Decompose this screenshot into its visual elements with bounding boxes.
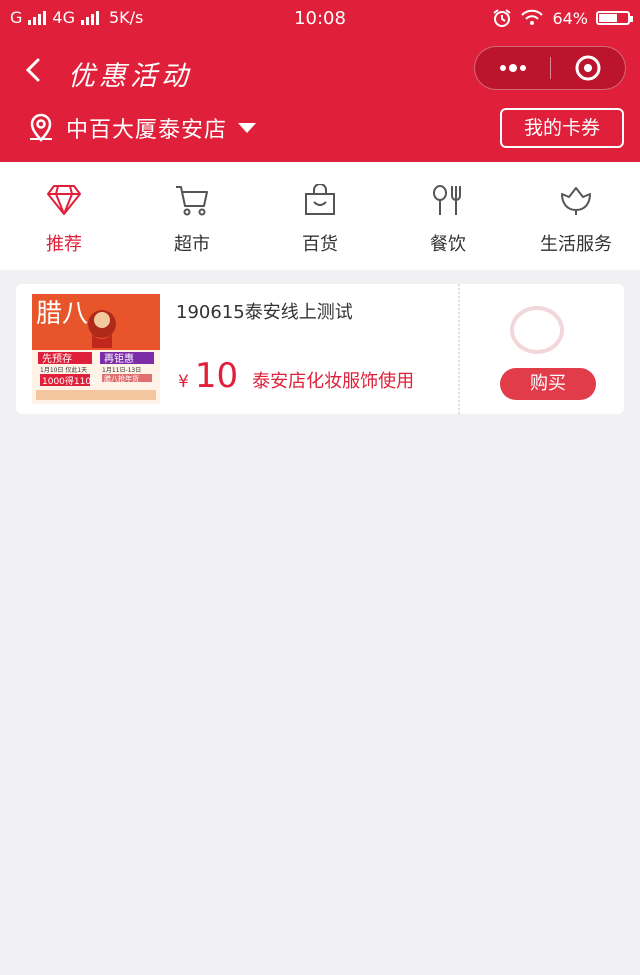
coupon-card[interactable]: 腊八 先预存 再钜惠 1月10日 仅此1天 1月11日-13日 1000得110…	[16, 284, 624, 414]
coupon-amount: 10	[194, 356, 239, 396]
buy-button[interactable]: 购买	[500, 368, 596, 400]
tab-label: 百货	[302, 234, 338, 255]
poster-offer-left: 1000得1100	[42, 375, 97, 387]
coupon-divider	[458, 284, 460, 414]
caret-down-icon	[238, 123, 257, 133]
alarm-icon	[493, 9, 512, 27]
status-bar: G 4G 5K/s 10:08 64%	[0, 0, 640, 36]
poster-date-left: 1月10日 仅此1天	[40, 366, 87, 374]
poster-date-right: 1月11日-13日	[102, 367, 141, 374]
poster-right-tag: 再钜惠	[104, 352, 134, 365]
coupon-title: 190615泰安线上测试	[176, 302, 353, 323]
poster-main-text: 腊八	[36, 299, 88, 329]
store-name: 中百大厦泰安店	[66, 118, 228, 143]
promo-poster-image: 腊八 先预存 再钜惠 1月10日 仅此1天 1月11日-13日 1000得110…	[32, 294, 160, 404]
battery-fill	[599, 14, 617, 22]
store-selector[interactable]: 中百大厦泰安店	[26, 108, 257, 148]
wifi-icon	[521, 9, 544, 25]
diamond-icon	[47, 185, 81, 215]
my-cards-button[interactable]: 我的卡券	[500, 108, 624, 148]
location-pin-icon	[30, 113, 52, 142]
cart-icon	[176, 186, 208, 216]
coupon-price: ¥ 10 泰安店化妆服饰使用	[178, 356, 414, 396]
more-dots-icon[interactable]	[475, 47, 550, 89]
battery-percent: 64%	[552, 8, 588, 28]
tab-label: 推荐	[46, 234, 82, 255]
coupon-thumbnail: 腊八 先预存 再钜惠 1月10日 仅此1天 1月11日-13日 1000得110…	[32, 294, 160, 404]
tab-life-services[interactable]: 生活服务	[512, 162, 640, 270]
close-target-icon[interactable]	[551, 47, 625, 89]
tab-supermarket[interactable]: 超市	[128, 162, 256, 270]
header: G 4G 5K/s 10:08 64% 优惠活动 中百大厦泰安店 我的卡券	[0, 0, 640, 162]
tab-dining[interactable]: 餐饮	[384, 162, 512, 270]
currency-symbol: ¥	[178, 372, 189, 392]
tab-department-store[interactable]: 百货	[256, 162, 384, 270]
coupon-description: 泰安店化妆服饰使用	[252, 371, 415, 392]
mini-program-capsule	[474, 46, 626, 90]
tab-label: 生活服务	[540, 234, 612, 255]
status-right: 64%	[492, 8, 633, 28]
page-title: 优惠活动	[68, 61, 192, 92]
back-arrow-icon[interactable]	[18, 52, 48, 88]
tab-label: 餐饮	[430, 234, 466, 255]
loading-ring-icon	[510, 306, 564, 354]
lotus-icon	[561, 187, 591, 215]
utensils-icon	[433, 185, 461, 215]
shopping-bag-icon	[305, 184, 335, 215]
poster-left-tag: 先预存	[42, 352, 72, 365]
battery-icon	[596, 11, 633, 25]
nav-bar: 优惠活动	[0, 40, 640, 100]
poster-offer-right: 腊八抢年货	[104, 374, 139, 383]
category-tabs: 推荐 超市 百货 餐饮 生活服务	[0, 162, 640, 270]
tab-label: 超市	[174, 234, 210, 255]
tab-recommend[interactable]: 推荐	[0, 162, 128, 270]
